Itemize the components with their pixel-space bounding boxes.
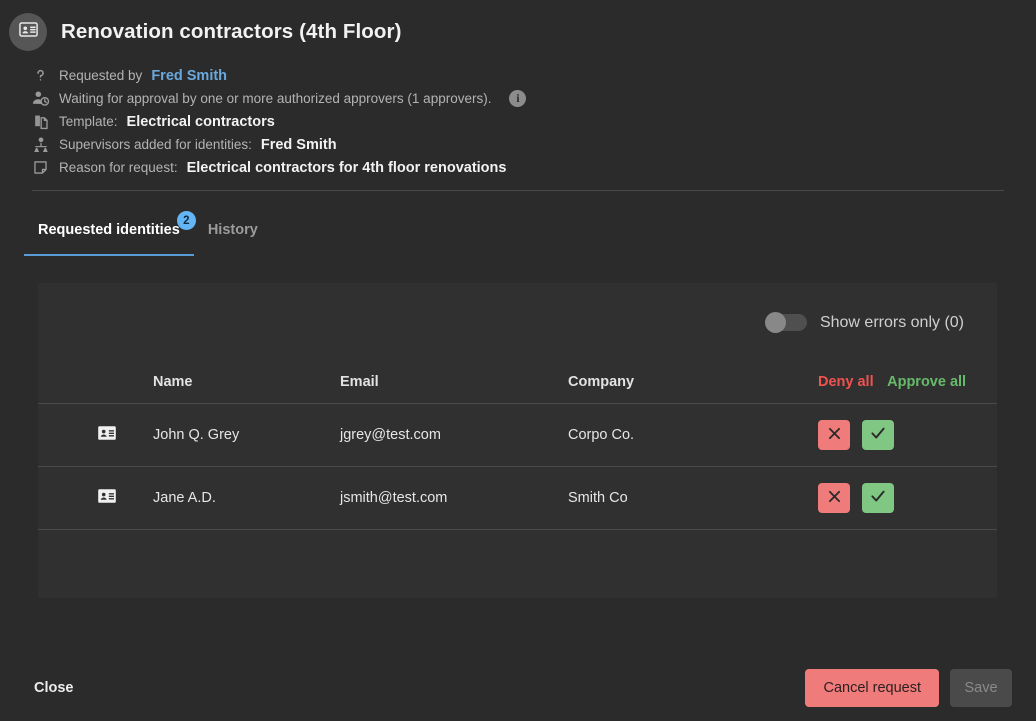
tab-history[interactable]: History (194, 204, 272, 256)
row-email: jsmith@test.com (340, 466, 568, 529)
close-icon (826, 425, 843, 445)
tab-requested-identities-label: Requested identities (38, 222, 180, 238)
info-icon[interactable]: i (509, 90, 526, 107)
tab-bar: Requested identities 2 History (0, 204, 1036, 256)
requested-identities-table: Name Email Company Deny all Approve all (38, 362, 997, 530)
th-company: Company (568, 362, 818, 403)
approve-button[interactable] (862, 483, 894, 513)
th-name: Name (153, 362, 340, 403)
title-row: Renovation contractors (4th Floor) (0, 10, 1036, 54)
meta-label-supervisors: Supervisors added for identities: (59, 137, 252, 152)
meta-row-template: Template: Electrical contractors (31, 110, 1036, 133)
requested-identities-panel: Show errors only (0) Name Email Company … (38, 283, 997, 598)
toggle-knob (765, 312, 786, 333)
save-button[interactable]: Save (950, 669, 1012, 707)
meta-value-reason: Electrical contractors for 4th floor ren… (187, 160, 507, 176)
page-title: Renovation contractors (4th Floor) (61, 20, 402, 44)
meta-label-requested-by: Requested by (59, 68, 142, 83)
row-name: John Q. Grey (153, 403, 340, 466)
row-actions (818, 403, 997, 466)
tab-history-label: History (208, 222, 258, 238)
deny-button[interactable] (818, 483, 850, 513)
row-identity-icon-cell (38, 403, 153, 466)
th-email: Email (340, 362, 568, 403)
th-bulk-actions: Deny all Approve all (818, 362, 997, 403)
th-icon (38, 362, 153, 403)
check-icon (869, 487, 887, 508)
meta-list: Requested by Fred Smith Waiting for appr… (0, 64, 1036, 179)
row-name: Jane A.D. (153, 466, 340, 529)
person-clock-icon (31, 89, 50, 108)
meta-row-approval-status: Waiting for approval by one or more auth… (31, 87, 1036, 110)
row-email: jgrey@test.com (340, 403, 568, 466)
tab-requested-identities[interactable]: Requested identities 2 (24, 204, 194, 256)
question-mark-icon (31, 66, 50, 85)
meta-row-requested-by: Requested by Fred Smith (31, 64, 1036, 87)
id-card-icon (96, 485, 153, 511)
close-icon (826, 488, 843, 508)
header-avatar (9, 13, 47, 51)
panel-toolbar: Show errors only (0) (38, 283, 997, 362)
check-icon (869, 424, 887, 445)
meta-label-reason: Reason for request: (59, 160, 178, 175)
table-header-row: Name Email Company Deny all Approve all (38, 362, 997, 403)
row-actions (818, 466, 997, 529)
meta-value-template: Electrical contractors (127, 114, 275, 130)
table-row[interactable]: Jane A.D. jsmith@test.com Smith Co (38, 466, 997, 529)
show-errors-only-label: Show errors only (0) (820, 314, 964, 332)
cancel-request-button[interactable]: Cancel request (805, 669, 939, 707)
deny-button[interactable] (818, 420, 850, 450)
meta-label-approval-status: Waiting for approval by one or more auth… (59, 91, 491, 106)
meta-row-reason: Reason for request: Electrical contracto… (31, 156, 1036, 179)
meta-value-supervisors: Fred Smith (261, 137, 337, 153)
requested-by-user-link[interactable]: Fred Smith (151, 68, 227, 84)
approve-button[interactable] (862, 420, 894, 450)
copy-documents-icon (31, 112, 50, 131)
table-body: John Q. Grey jgrey@test.com Corpo Co. (38, 403, 997, 529)
header-divider (32, 190, 1004, 191)
note-icon (31, 158, 50, 177)
row-identity-icon-cell (38, 466, 153, 529)
row-company: Smith Co (568, 466, 818, 529)
deny-all-link[interactable]: Deny all (818, 374, 874, 390)
table-header: Name Email Company Deny all Approve all (38, 362, 997, 403)
show-errors-only-toggle[interactable] (765, 314, 807, 331)
supervisor-hierarchy-icon (31, 135, 50, 154)
id-card-icon (18, 19, 39, 45)
meta-label-template: Template: (59, 114, 118, 129)
id-card-icon (96, 422, 153, 448)
table-row[interactable]: John Q. Grey jgrey@test.com Corpo Co. (38, 403, 997, 466)
row-company: Corpo Co. (568, 403, 818, 466)
dialog-footer: Close Cancel request Save (0, 655, 1036, 721)
dialog-header: Renovation contractors (4th Floor) Reque… (0, 0, 1036, 191)
meta-row-supervisors: Supervisors added for identities: Fred S… (31, 133, 1036, 156)
close-button[interactable]: Close (32, 674, 76, 702)
approve-all-link[interactable]: Approve all (887, 374, 966, 390)
